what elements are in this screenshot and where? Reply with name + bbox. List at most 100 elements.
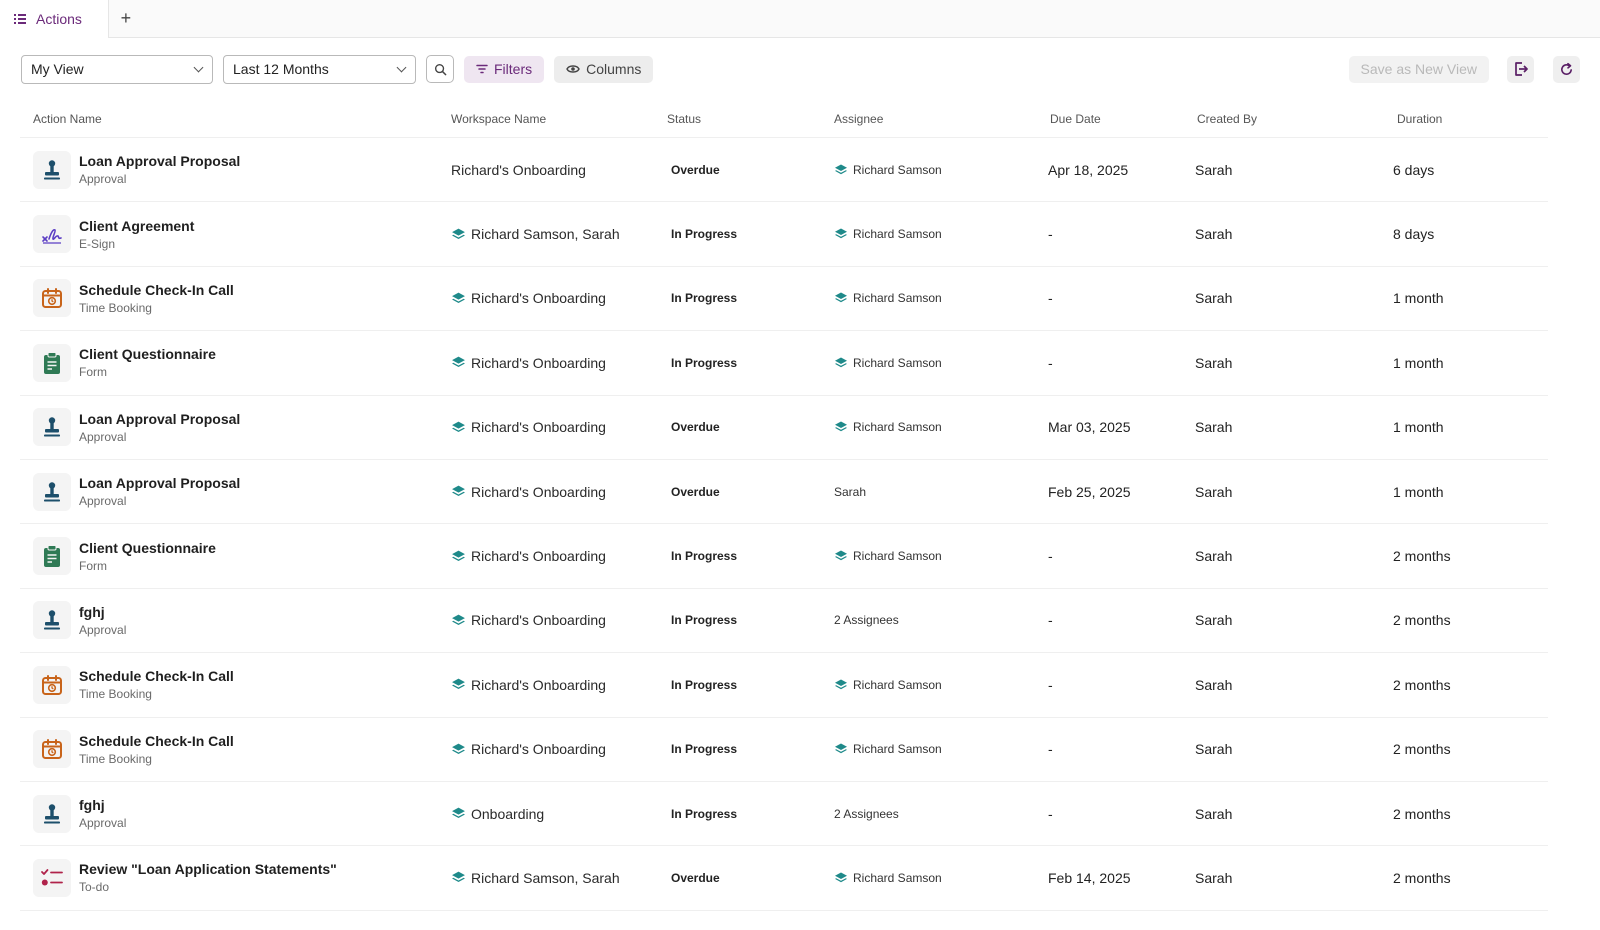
action-title[interactable]: Client Questionnaire [79,540,216,556]
table-row[interactable]: fghj Approval Richard's Onboarding In Pr… [20,589,1548,654]
search-button[interactable] [426,55,454,83]
duration: 2 months [1393,548,1451,565]
action-title[interactable]: Schedule Check-In Call [79,733,234,749]
export-button[interactable] [1507,55,1534,83]
assignee-name[interactable]: Richard Samson [853,871,942,885]
action-title[interactable]: Schedule Check-In Call [79,668,234,684]
action-cell: Schedule Check-In Call Time Booking [20,665,438,704]
stamp-icon [33,408,71,447]
table-row[interactable]: Client Questionnaire Form Richard's Onbo… [20,524,1548,589]
tab-actions-label: Actions [36,10,82,27]
status-badge: Overdue [671,162,720,177]
table-row[interactable]: Schedule Check-In Call Time Booking Rich… [20,267,1548,332]
date-range-select[interactable]: Last 12 Months [223,54,416,84]
created-by: Sarah [1195,869,1233,886]
refresh-button[interactable] [1553,55,1580,83]
assignee-cell: Richard Samson [821,291,1037,305]
assignee-name[interactable]: Richard Samson [853,291,942,305]
stamp-icon [33,472,71,511]
workspace-stack-icon [451,806,466,821]
table-row[interactable]: Client Questionnaire Form Richard's Onbo… [20,331,1548,396]
assignee-cell: Richard Samson [821,549,1037,563]
action-cell: Schedule Check-In Call Time Booking [20,279,438,318]
action-title[interactable]: Client Questionnaire [79,346,216,362]
stamp-icon [33,150,71,189]
workspace-cell: Richard's Onboarding [438,484,654,500]
table-row[interactable]: Schedule Check-In Call Time Booking Rich… [20,718,1548,782]
add-tab-button[interactable]: + [109,0,143,37]
action-title[interactable]: Loan Approval Proposal [79,411,240,427]
due-date: - [1048,805,1053,822]
save-as-new-view-button[interactable]: Save as New View [1348,55,1489,83]
header-due-date[interactable]: Due Date [1037,112,1184,126]
table-row[interactable]: Loan Approval Proposal Approval Richard'… [20,396,1548,460]
created-by: Sarah [1195,548,1233,565]
workspace-name[interactable]: Onboarding [471,806,544,822]
header-action-name[interactable]: Action Name [20,112,438,126]
workspace-name[interactable]: Richard's Onboarding [471,741,606,757]
filters-button[interactable]: Filters [464,55,545,83]
due-date: Feb 14, 2025 [1048,869,1131,886]
table-row[interactable]: Review "Loan Application Statements" To-… [20,846,1548,911]
header-assignee[interactable]: Assignee [821,112,1037,126]
assignee-name[interactable]: Sarah [834,485,866,499]
action-title[interactable]: Schedule Check-In Call [79,282,234,298]
workspace-stack-icon [451,355,466,370]
action-title[interactable]: Client Agreement [79,218,194,234]
assignee-cell: Richard Samson [821,678,1037,692]
workspace-name[interactable]: Richard's Onboarding [471,484,606,500]
table-row[interactable]: Loan Approval Proposal Approval Richard'… [20,138,1548,203]
assignee-name[interactable]: Richard Samson [853,742,942,756]
assignee-name[interactable]: Richard Samson [853,678,942,692]
workspace-name[interactable]: Richard's Onboarding [471,290,606,306]
assignee-name[interactable]: Richard Samson [853,420,942,434]
tab-actions[interactable]: Actions [0,0,109,38]
due-date: - [1048,548,1053,565]
workspace-name[interactable]: Richard's Onboarding [471,677,606,693]
calendar-icon [33,279,71,318]
status-badge: Overdue [671,484,720,499]
assignee-name[interactable]: 2 Assignees [834,613,899,627]
table-row[interactable]: Schedule Check-In Call Time Booking Rich… [20,653,1548,718]
assignee-name[interactable]: Richard Samson [853,163,942,177]
workspace-name[interactable]: Richard Samson, Sarah [471,870,620,886]
columns-button[interactable]: Columns [554,55,654,83]
workspace-name[interactable]: Richard's Onboarding [471,612,606,628]
refresh-icon [1561,62,1572,75]
action-title[interactable]: Loan Approval Proposal [79,475,240,491]
table-row[interactable]: fghj Approval Onboarding In Progress 2 A… [20,782,1548,847]
clipboard-icon [33,537,71,576]
filter-icon [476,64,488,74]
assignee-stack-icon [834,871,848,885]
header-workspace-name[interactable]: Workspace Name [438,112,654,126]
header-created-by[interactable]: Created By [1184,112,1380,126]
todo-list-icon [33,858,71,897]
assignee-name[interactable]: Richard Samson [853,549,942,563]
assignee-name[interactable]: Richard Samson [853,227,942,241]
workspace-name[interactable]: Richard's Onboarding [471,355,606,371]
table-row[interactable]: Loan Approval Proposal Approval Richard'… [20,460,1548,525]
workspace-stack-icon [451,613,466,628]
status-badge: Overdue [671,870,720,885]
table-row[interactable]: Client Agreement E-Sign Richard Samson, … [20,202,1548,267]
workspace-name[interactable]: Richard's Onboarding [471,419,606,435]
workspace-name[interactable]: Richard's Onboarding [471,548,606,564]
assignee-name[interactable]: 2 Assignees [834,807,899,821]
header-duration[interactable]: Duration [1380,112,1548,126]
workspace-name[interactable]: Richard's Onboarding [451,162,586,178]
action-title[interactable]: fghj [79,797,126,813]
header-status[interactable]: Status [654,112,821,126]
workspace-stack-icon [451,420,466,435]
action-title[interactable]: Loan Approval Proposal [79,153,240,169]
status-badge: In Progress [671,355,738,370]
action-type: E-Sign [79,236,116,251]
workspace-name[interactable]: Richard Samson, Sarah [471,226,620,242]
action-title[interactable]: Review "Loan Application Statements" [79,861,337,877]
assignee-stack-icon [834,356,848,370]
assignee-cell: Sarah [821,485,1037,499]
clipboard-icon [33,343,71,382]
view-select[interactable]: My View [21,54,213,84]
assignee-name[interactable]: Richard Samson [853,356,942,370]
action-title[interactable]: fghj [79,604,126,620]
workspace-cell: Richard's Onboarding [438,677,654,693]
